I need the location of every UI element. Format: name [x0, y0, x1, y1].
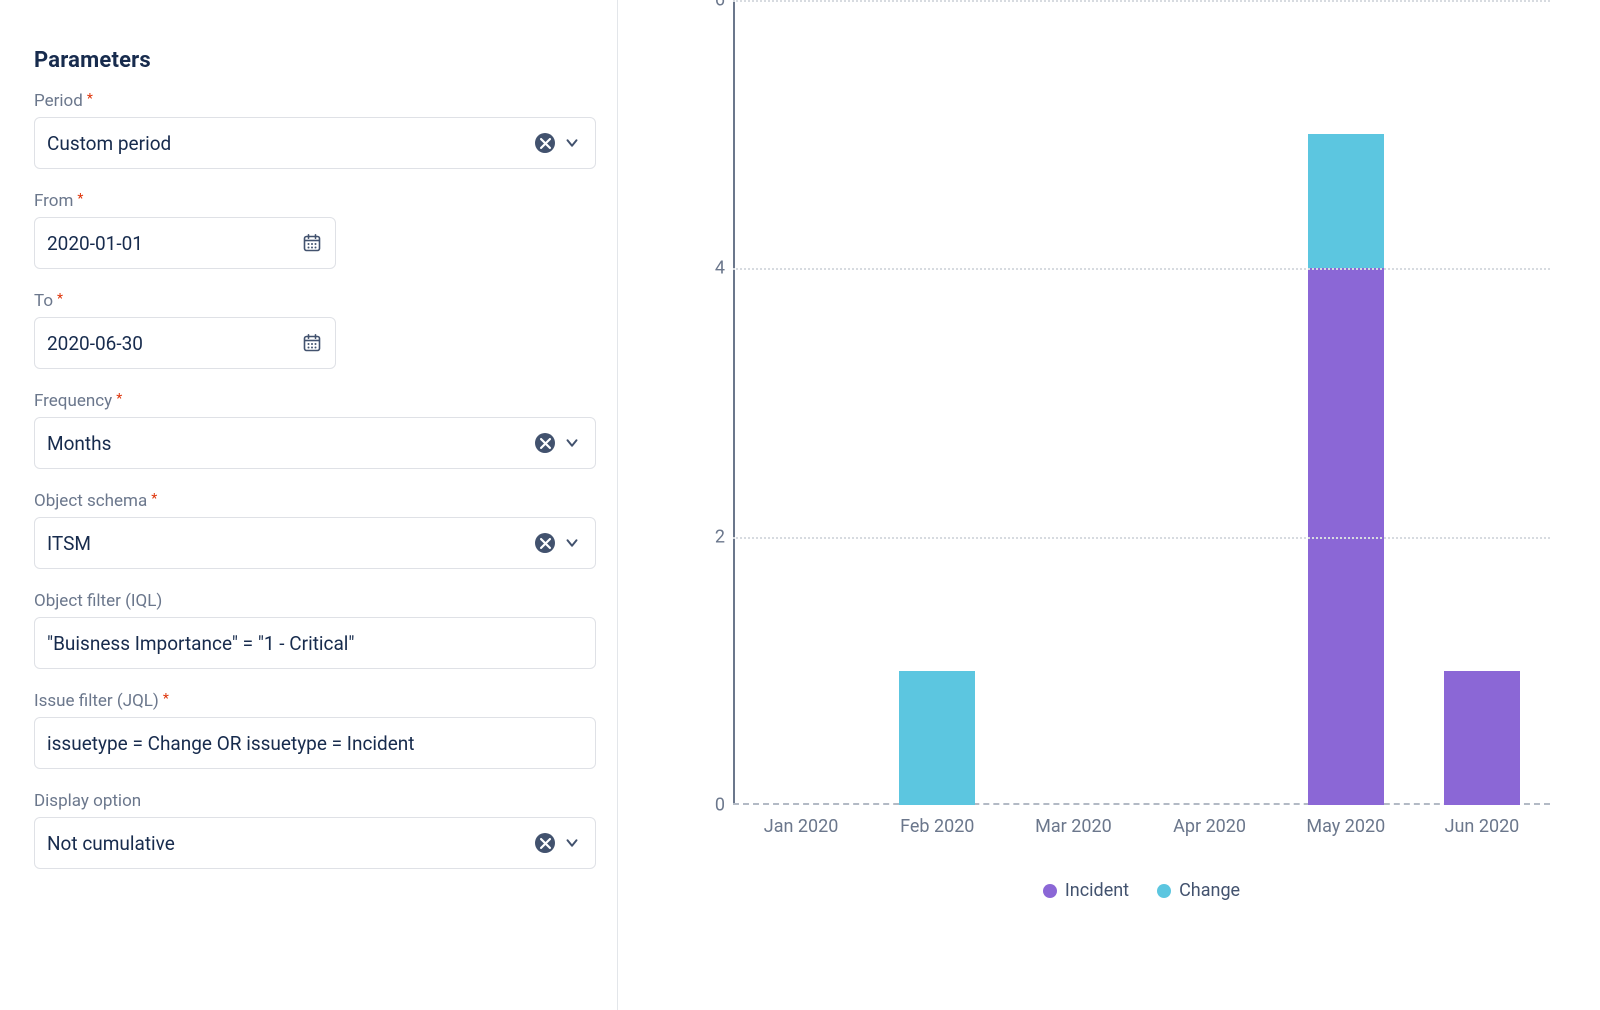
field-label: Object schema *: [34, 491, 583, 511]
select-value: Months: [47, 432, 535, 455]
field-display-option: Display option Not cumulative: [34, 791, 583, 869]
bar-segment[interactable]: [1444, 671, 1520, 805]
select-value: ITSM: [47, 532, 535, 555]
period-select[interactable]: Custom period: [34, 117, 596, 169]
field-label: To *: [34, 291, 583, 311]
chevron-down-icon[interactable]: [561, 132, 583, 154]
legend-swatch: [1043, 884, 1057, 898]
field-label: Issue filter (JQL) *: [34, 691, 583, 711]
legend-item[interactable]: Incident: [1043, 880, 1129, 901]
y-tick-label: 6: [699, 0, 725, 11]
bars-container: [733, 0, 1550, 805]
input-value: issuetype = Change OR issuetype = Incide…: [47, 732, 583, 755]
legend-label: Change: [1179, 880, 1240, 901]
required-asterisk: *: [163, 691, 169, 707]
field-issue-filter: Issue filter (JQL) * issuetype = Change …: [34, 691, 583, 769]
y-tick-label: 4: [699, 258, 725, 279]
field-object-schema: Object schema * ITSM: [34, 491, 583, 569]
legend-item[interactable]: Change: [1157, 880, 1240, 901]
panel-title: Parameters: [34, 48, 583, 73]
x-tick-label: Jun 2020: [1414, 816, 1550, 837]
issue-filter-input[interactable]: issuetype = Change OR issuetype = Incide…: [34, 717, 596, 769]
object-filter-input[interactable]: "Buisness Importance" = "1 - Critical": [34, 617, 596, 669]
required-asterisk: *: [77, 191, 83, 207]
clear-icon[interactable]: [535, 533, 555, 553]
y-tick-label: 0: [699, 795, 725, 816]
select-value: Not cumulative: [47, 832, 535, 855]
grid-line: [733, 268, 1550, 270]
field-label: Object filter (IQL): [34, 591, 583, 611]
field-label: Period *: [34, 91, 583, 111]
bar-stack[interactable]: [899, 671, 975, 805]
legend-swatch: [1157, 884, 1171, 898]
object-schema-select[interactable]: ITSM: [34, 517, 596, 569]
legend-label: Incident: [1065, 880, 1129, 901]
clear-icon[interactable]: [535, 133, 555, 153]
required-asterisk: *: [57, 291, 63, 307]
chevron-down-icon[interactable]: [561, 432, 583, 454]
x-tick-label: Jan 2020: [733, 816, 869, 837]
display-option-select[interactable]: Not cumulative: [34, 817, 596, 869]
from-date-input[interactable]: 2020-01-01: [34, 217, 336, 269]
frequency-select[interactable]: Months: [34, 417, 596, 469]
field-label: Display option: [34, 791, 583, 811]
field-label: From *: [34, 191, 583, 211]
x-tick-label: Mar 2020: [1005, 816, 1141, 837]
calendar-icon[interactable]: [301, 332, 323, 354]
field-frequency: Frequency * Months: [34, 391, 583, 469]
required-asterisk: *: [87, 91, 93, 107]
label-text: Object filter (IQL): [34, 591, 162, 611]
field-label: Frequency *: [34, 391, 583, 411]
label-text: Issue filter (JQL): [34, 691, 159, 711]
chevron-down-icon[interactable]: [561, 832, 583, 854]
x-tick-label: May 2020: [1278, 816, 1414, 837]
field-from: From * 2020-01-01: [34, 191, 583, 269]
date-value: 2020-06-30: [47, 332, 301, 355]
grid-line: [733, 0, 1550, 2]
field-to: To * 2020-06-30: [34, 291, 583, 369]
grid-line: [733, 537, 1550, 539]
bar-cell: [869, 0, 1005, 805]
required-asterisk: *: [116, 391, 122, 407]
x-tick-label: Apr 2020: [1142, 816, 1278, 837]
legend: Incident Change: [733, 880, 1550, 901]
calendar-icon[interactable]: [301, 232, 323, 254]
chart: Jan 2020Feb 2020Mar 2020Apr 2020May 2020…: [663, 0, 1550, 870]
label-text: Frequency: [34, 391, 112, 411]
required-asterisk: *: [151, 491, 157, 507]
bar-segment[interactable]: [1308, 134, 1384, 268]
chart-panel: Jan 2020Feb 2020Mar 2020Apr 2020May 2020…: [618, 0, 1600, 1010]
to-date-input[interactable]: 2020-06-30: [34, 317, 336, 369]
date-value: 2020-01-01: [47, 232, 301, 255]
clear-icon[interactable]: [535, 833, 555, 853]
y-tick-label: 2: [699, 526, 725, 547]
bar-segment[interactable]: [899, 671, 975, 805]
bar-cell: [1005, 0, 1141, 805]
bar-cell: [1142, 0, 1278, 805]
label-text: From: [34, 191, 73, 211]
clear-icon[interactable]: [535, 433, 555, 453]
input-value: "Buisness Importance" = "1 - Critical": [47, 632, 583, 655]
x-labels: Jan 2020Feb 2020Mar 2020Apr 2020May 2020…: [733, 816, 1550, 837]
bar-cell: [733, 0, 869, 805]
x-tick-label: Feb 2020: [869, 816, 1005, 837]
plot-area: Jan 2020Feb 2020Mar 2020Apr 2020May 2020…: [733, 0, 1550, 805]
field-object-filter: Object filter (IQL) "Buisness Importance…: [34, 591, 583, 669]
parameters-panel: Parameters Period * Custom period From *: [0, 0, 618, 1010]
bar-stack[interactable]: [1444, 671, 1520, 805]
label-text: To: [34, 291, 53, 311]
label-text: Period: [34, 91, 83, 111]
field-period: Period * Custom period: [34, 91, 583, 169]
bar-cell: [1278, 0, 1414, 805]
label-text: Object schema: [34, 491, 147, 511]
bar-stack[interactable]: [1308, 134, 1384, 805]
select-value: Custom period: [47, 132, 535, 155]
label-text: Display option: [34, 791, 141, 811]
bar-cell: [1414, 0, 1550, 805]
chevron-down-icon[interactable]: [561, 532, 583, 554]
